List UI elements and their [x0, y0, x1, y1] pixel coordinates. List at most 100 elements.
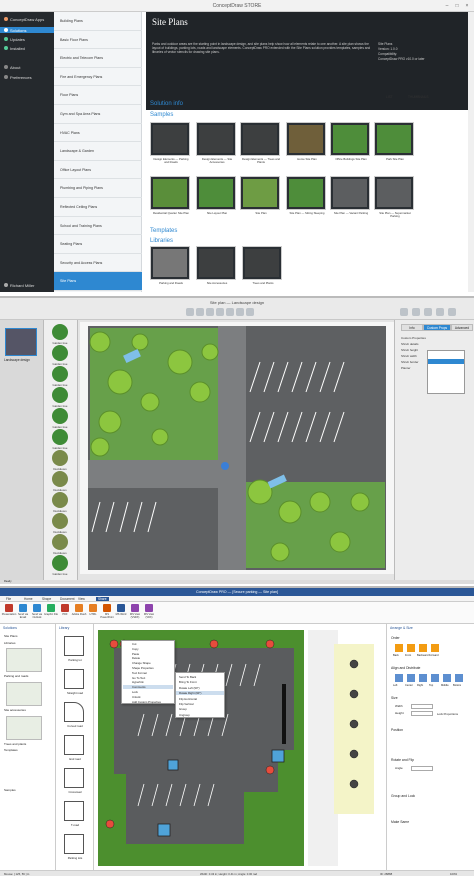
solution-tree-item[interactable]: Parking and roads — [4, 674, 28, 678]
library-shape[interactable]: Deciduous — [49, 450, 71, 472]
submenu-item[interactable]: Rotate Right (90°) — [176, 691, 224, 696]
order-button-icon[interactable] — [395, 644, 403, 652]
tree-shape[interactable] — [107, 369, 133, 395]
section-solution-info[interactable]: Solution info — [150, 101, 183, 107]
nav-installed[interactable]: Installed — [4, 45, 25, 51]
tree-shape[interactable] — [140, 392, 160, 412]
sample-thumbnail[interactable]: Design Elements — Trees and Plants — [240, 122, 280, 164]
sample-thumbnail[interactable]: Site Layout Plan — [196, 176, 236, 215]
solution-item[interactable]: Plumbing and Piping Plans — [54, 179, 142, 198]
solution-item[interactable]: Electric and Telecom Plans — [54, 49, 142, 68]
solution-tree-item[interactable]: Trees and plants — [4, 742, 26, 746]
accessory-shape[interactable] — [265, 639, 275, 649]
submenu-item[interactable]: Flip Horizontal — [179, 697, 197, 701]
context-menu-item[interactable]: Copy — [132, 647, 139, 651]
toolbar-tool-icon[interactable] — [216, 308, 224, 316]
toolbar-tool-icon[interactable] — [196, 308, 204, 316]
arrange-section[interactable]: Group and Lock — [391, 794, 415, 798]
align-button-icon[interactable] — [443, 674, 451, 682]
library-thumbnail[interactable]: Parking and Roads — [150, 246, 190, 285]
toolbar-tool-icon[interactable] — [206, 308, 214, 316]
accessory-shape[interactable] — [349, 689, 359, 699]
lock-proportions-label[interactable]: Lock Proportions — [437, 712, 458, 716]
road-shape-icon[interactable] — [64, 702, 84, 722]
gate-barrier[interactable] — [282, 684, 286, 744]
solution-item[interactable]: Building Plans — [54, 12, 142, 31]
accessory-shape[interactable] — [209, 639, 219, 649]
panel-toggle-icon[interactable] — [412, 308, 420, 316]
section-libraries[interactable]: Libraries — [150, 238, 173, 244]
submenu-item[interactable]: Bring To Front — [179, 680, 197, 684]
close-icon[interactable]: × — [464, 3, 470, 9]
sample-thumbnail[interactable]: Design Elements — Parking and Roads — [150, 122, 190, 164]
order-button-icon[interactable] — [407, 644, 415, 652]
landscape-canvas[interactable] — [80, 322, 394, 574]
context-menu-item[interactable]: Add Custom Properties — [132, 700, 161, 704]
ribbon-button[interactable]: Send via Outlook — [32, 604, 42, 622]
library-shape[interactable]: Deciduous — [49, 534, 71, 556]
menu-tab[interactable]: Home — [24, 597, 33, 601]
library-preview[interactable] — [6, 682, 42, 706]
angle-input[interactable] — [411, 766, 433, 771]
ribbon-button[interactable]: Graphic File — [44, 604, 58, 622]
library-shape[interactable]: Garden tree — [49, 366, 71, 388]
solution-item[interactable]: Fire and Emergency Plans — [54, 68, 142, 87]
menu-tab[interactable]: Document — [60, 597, 75, 601]
tree-shape[interactable] — [151, 428, 169, 446]
panel-toggle-icon[interactable] — [400, 308, 408, 316]
context-menu-item[interactable]: Comments — [123, 685, 173, 690]
tree-shape[interactable] — [189, 381, 211, 403]
booth-shape[interactable] — [157, 823, 171, 837]
sample-thumbnail[interactable]: Home Site Plan — [286, 122, 326, 161]
toolbar-tool-icon[interactable] — [186, 308, 194, 316]
library-shape[interactable]: Garden tree — [49, 408, 71, 430]
accessory-shape[interactable] — [349, 719, 359, 729]
booth-shape[interactable] — [271, 749, 285, 763]
ribbon-button[interactable]: Send via Email — [18, 604, 28, 622]
library-shape[interactable]: Deciduous — [49, 471, 71, 493]
size-input[interactable] — [411, 704, 433, 709]
tab-custom-props[interactable]: Custom Props — [423, 324, 451, 331]
ribbon-button[interactable]: MS Visio (VDX) — [144, 604, 154, 622]
sample-thumbnail[interactable]: Site Plan — [240, 176, 280, 215]
section-templates[interactable]: Templates — [150, 228, 177, 234]
library-shape[interactable]: Garden tree — [49, 387, 71, 409]
bottom-user[interactable]: Richard Miller — [4, 282, 34, 288]
order-button-icon[interactable] — [419, 644, 427, 652]
sample-thumbnail[interactable]: Site Plan — Supermarket Parking — [374, 176, 414, 218]
tree-shape[interactable] — [90, 437, 110, 457]
road-shape-icon[interactable] — [64, 636, 84, 656]
solution-tree-item[interactable]: Templates — [4, 748, 18, 752]
tree-shape[interactable] — [167, 349, 193, 375]
page-thumbnail[interactable] — [5, 328, 37, 356]
panel-toggle-icon[interactable] — [448, 308, 456, 316]
align-button-icon[interactable] — [407, 674, 415, 682]
nav-apps[interactable]: ConceptDraw Apps — [4, 16, 44, 22]
submenu-item[interactable]: Rotate Left (90°) — [179, 686, 200, 690]
accessory-shape[interactable] — [349, 659, 359, 669]
context-menu-item[interactable]: Hyperlink — [132, 680, 144, 684]
minimize-icon[interactable]: – — [444, 3, 450, 9]
solution-item[interactable]: Landscape & Garden — [54, 142, 142, 161]
prop-row[interactable]: Custom Properties — [401, 336, 469, 341]
tree-shape[interactable] — [329, 531, 351, 553]
accessory-shape[interactable] — [265, 765, 275, 775]
sample-thumbnail[interactable]: Site Plan — Sitting Sleeping — [286, 176, 326, 215]
library-thumbnail[interactable]: Trees and Plants — [242, 246, 282, 285]
sample-thumbnail[interactable]: Park Site Plan — [374, 122, 414, 161]
menu-tab[interactable]: Shape — [42, 597, 51, 601]
nav-solutions[interactable]: Solutions — [0, 27, 54, 33]
tree-shape[interactable] — [98, 410, 122, 434]
context-menu-item[interactable]: Change Shape — [132, 661, 151, 665]
tab-info[interactable]: Info — [401, 324, 423, 331]
solution-item[interactable]: Site Plans — [54, 272, 142, 291]
align-button-icon[interactable] — [455, 674, 463, 682]
dropdown-selected[interactable] — [428, 359, 464, 364]
size-input[interactable] — [411, 711, 433, 716]
ribbon-button[interactable]: MS Visio (VSDX) — [130, 604, 140, 622]
context-menu-item[interactable]: Unlock — [132, 695, 141, 699]
accessory-shape[interactable] — [349, 779, 359, 789]
menu-tab[interactable]: View — [78, 597, 85, 601]
library-shape[interactable]: Garden tree — [49, 555, 71, 577]
sample-thumbnail[interactable]: Office Buildings Site Plan — [330, 122, 370, 161]
